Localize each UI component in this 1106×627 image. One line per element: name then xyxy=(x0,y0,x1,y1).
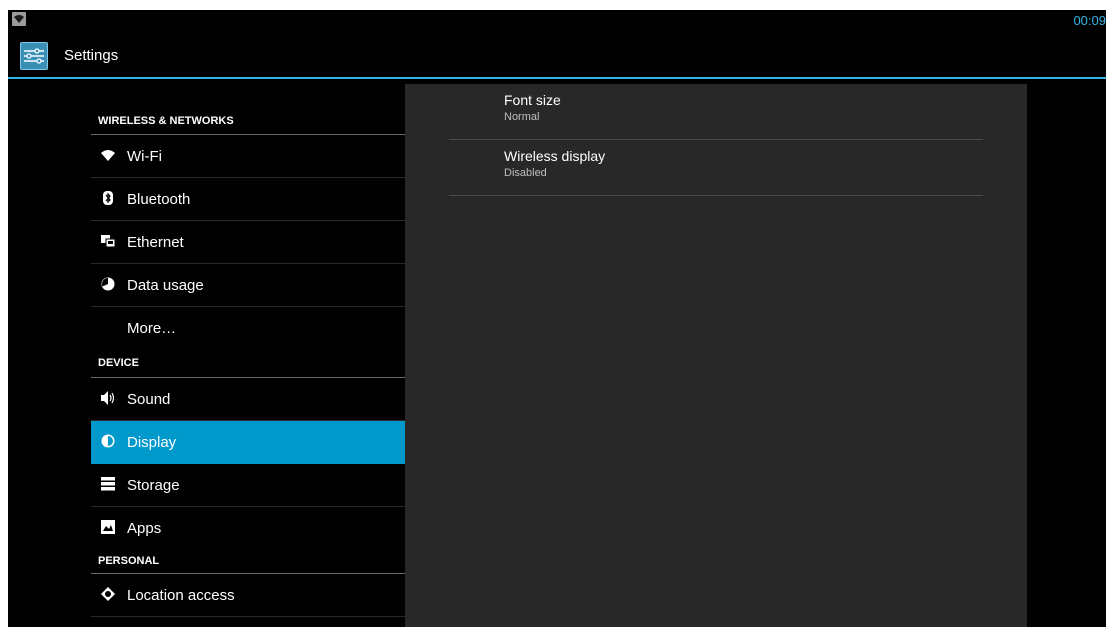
nav-item-display[interactable]: Display xyxy=(91,421,405,464)
data-usage-icon xyxy=(101,277,115,291)
nav-item-location-access[interactable]: Location access xyxy=(91,574,405,617)
sound-icon xyxy=(101,391,115,405)
nav-item-storage[interactable]: Storage xyxy=(91,464,405,507)
settings-sliders-icon[interactable] xyxy=(20,42,48,70)
location-icon xyxy=(101,587,115,601)
nav-item-apps[interactable]: Apps xyxy=(91,507,405,545)
settings-content: WIRELESS & NETWORKS Wi-Fi Bluetooth Ethe… xyxy=(8,79,1106,627)
wifi-signal-icon xyxy=(12,12,26,26)
pref-summary: Disabled xyxy=(504,167,547,179)
pref-title: Font size xyxy=(504,92,561,108)
action-bar: Settings xyxy=(8,32,1106,79)
display-settings-pane: Font size Normal Wireless display Disabl… xyxy=(405,84,1027,627)
pref-font-size[interactable]: Font size Normal xyxy=(449,84,983,140)
nav-item-more[interactable]: More… xyxy=(91,307,405,345)
nav-item-sound[interactable]: Sound xyxy=(91,378,405,421)
pref-wireless-display[interactable]: Wireless display Disabled xyxy=(449,140,983,196)
bluetooth-icon xyxy=(101,191,115,205)
android-screen: 00:09 Settings WIRELESS & NETWORKS Wi-Fi… xyxy=(8,10,1106,627)
wifi-icon xyxy=(101,148,115,162)
nav-item-wifi[interactable]: Wi-Fi xyxy=(91,135,405,178)
section-header-personal: PERSONAL xyxy=(91,545,405,574)
storage-icon xyxy=(101,477,115,491)
settings-nav-list: WIRELESS & NETWORKS Wi-Fi Bluetooth Ethe… xyxy=(91,79,405,627)
display-icon xyxy=(101,434,115,448)
status-time: 00:09 xyxy=(1073,13,1106,28)
nav-item-data-usage[interactable]: Data usage xyxy=(91,264,405,307)
status-bar: 00:09 xyxy=(8,10,1106,32)
pref-summary: Normal xyxy=(504,111,540,123)
nav-item-ethernet[interactable]: Ethernet xyxy=(91,221,405,264)
section-header-device: DEVICE xyxy=(91,345,405,378)
apps-icon xyxy=(101,520,115,534)
ethernet-icon xyxy=(101,234,116,248)
section-header-wireless: WIRELESS & NETWORKS xyxy=(91,79,405,135)
pref-title: Wireless display xyxy=(504,148,606,164)
nav-item-bluetooth[interactable]: Bluetooth xyxy=(91,178,405,221)
app-title: Settings xyxy=(64,47,119,64)
